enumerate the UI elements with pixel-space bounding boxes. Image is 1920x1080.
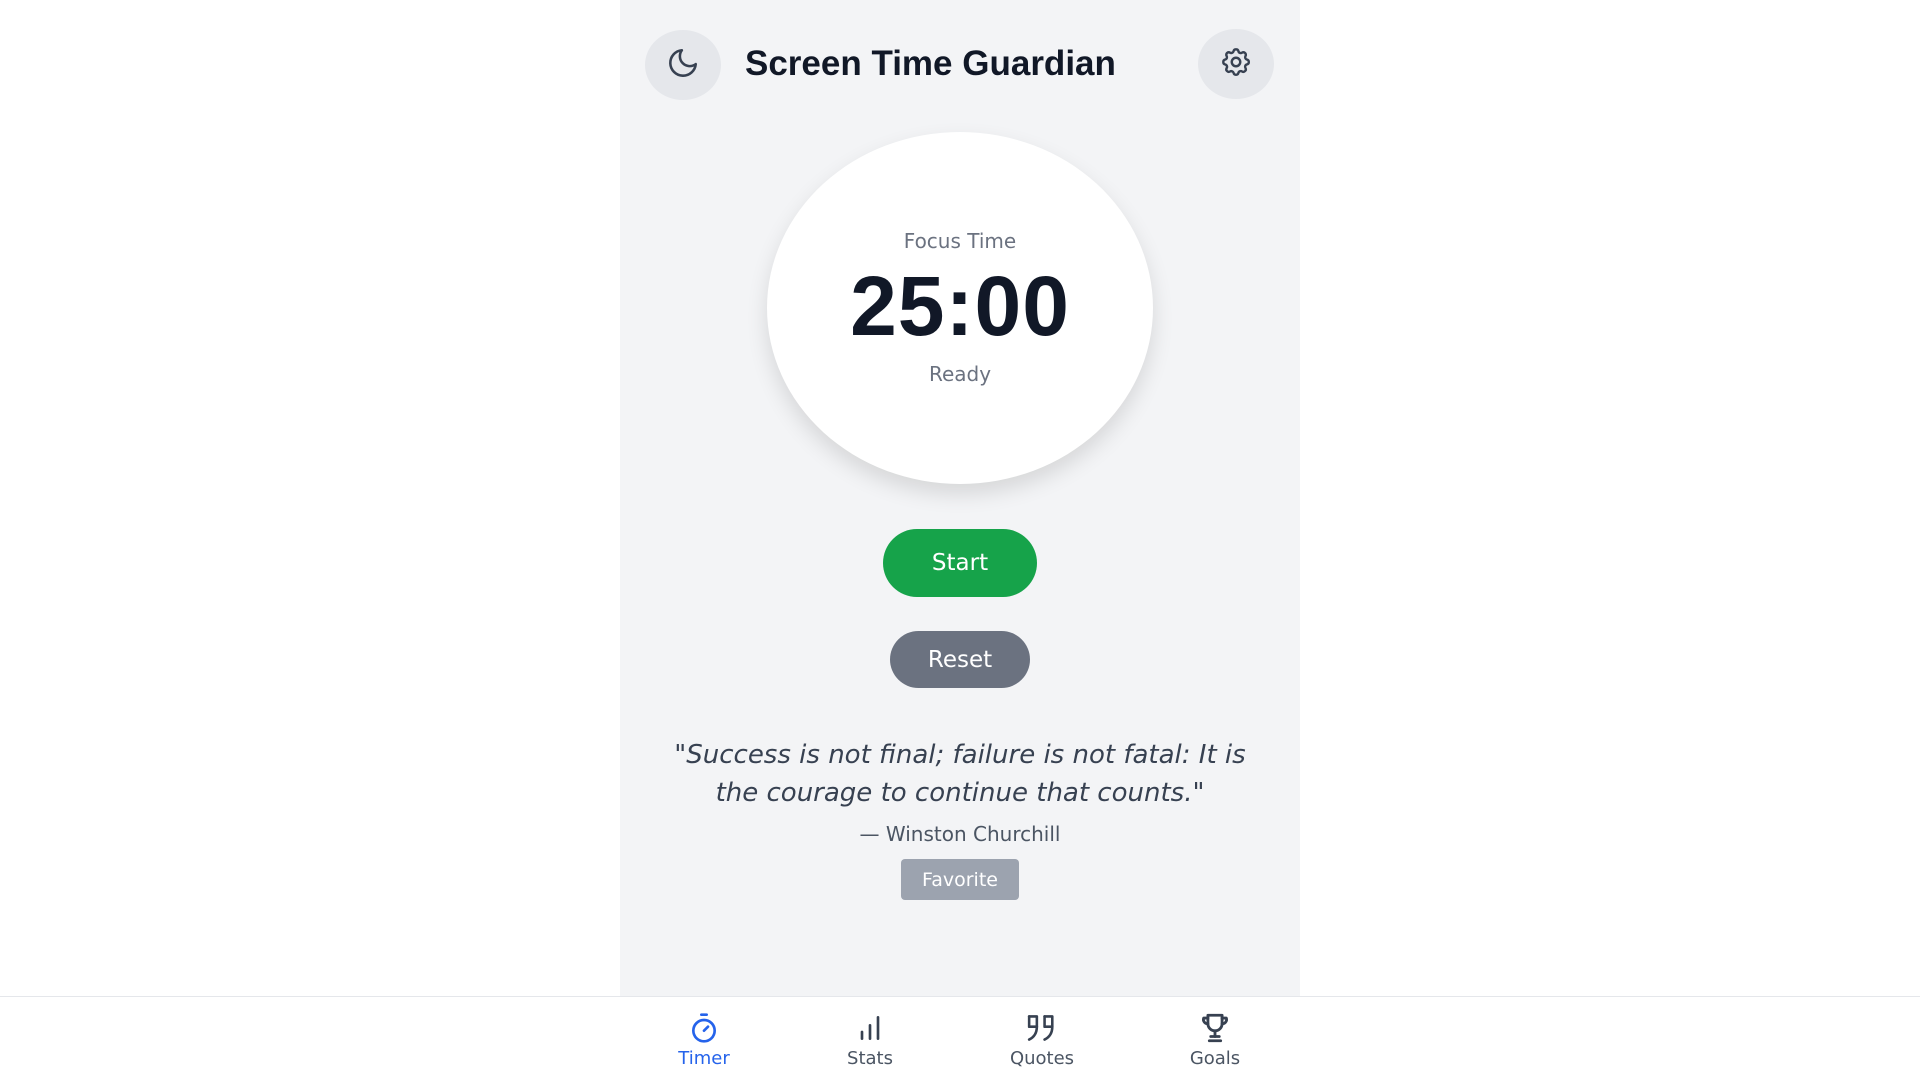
nav-label-timer: Timer <box>678 1048 730 1069</box>
nav-item-stats[interactable]: Stats <box>815 1011 925 1075</box>
theme-toggle-button[interactable] <box>645 30 721 100</box>
moon-icon <box>666 46 700 84</box>
gear-icon <box>1219 45 1253 83</box>
favorite-button[interactable]: Favorite <box>901 859 1019 900</box>
app-title: Screen Time Guardian <box>745 44 1116 83</box>
nav-label-quotes: Quotes <box>1009 1048 1075 1069</box>
start-button[interactable]: Start <box>883 529 1037 597</box>
timer-mode-label: Focus Time <box>903 229 1017 253</box>
quote-icon <box>1024 1011 1060 1045</box>
nav-label-stats: Stats <box>847 1048 893 1069</box>
settings-button[interactable] <box>1198 29 1274 99</box>
bar-chart-icon <box>854 1011 886 1045</box>
timer-display: Focus Time 25:00 Ready <box>767 132 1153 484</box>
quote-author: — Winston Churchill <box>859 822 1061 846</box>
timer-status: Ready <box>928 362 992 386</box>
app-container: Screen Time Guardian Focus Time 25:00 Re… <box>620 0 1300 996</box>
bottom-nav: Timer Stats Quotes Goals <box>0 996 1920 1080</box>
nav-label-goals: Goals <box>1189 1048 1241 1069</box>
nav-item-timer[interactable]: Timer <box>649 1011 759 1075</box>
nav-item-goals[interactable]: Goals <box>1160 1011 1270 1075</box>
trophy-icon <box>1198 1011 1232 1045</box>
nav-item-quotes[interactable]: Quotes <box>987 1011 1097 1075</box>
quote-text: "Success is not final; failure is not fa… <box>674 740 1246 808</box>
stopwatch-icon <box>688 1011 720 1045</box>
timer-countdown: 25:00 <box>850 259 1070 353</box>
header: Screen Time Guardian <box>620 0 1300 130</box>
reset-button[interactable]: Reset <box>890 631 1030 688</box>
